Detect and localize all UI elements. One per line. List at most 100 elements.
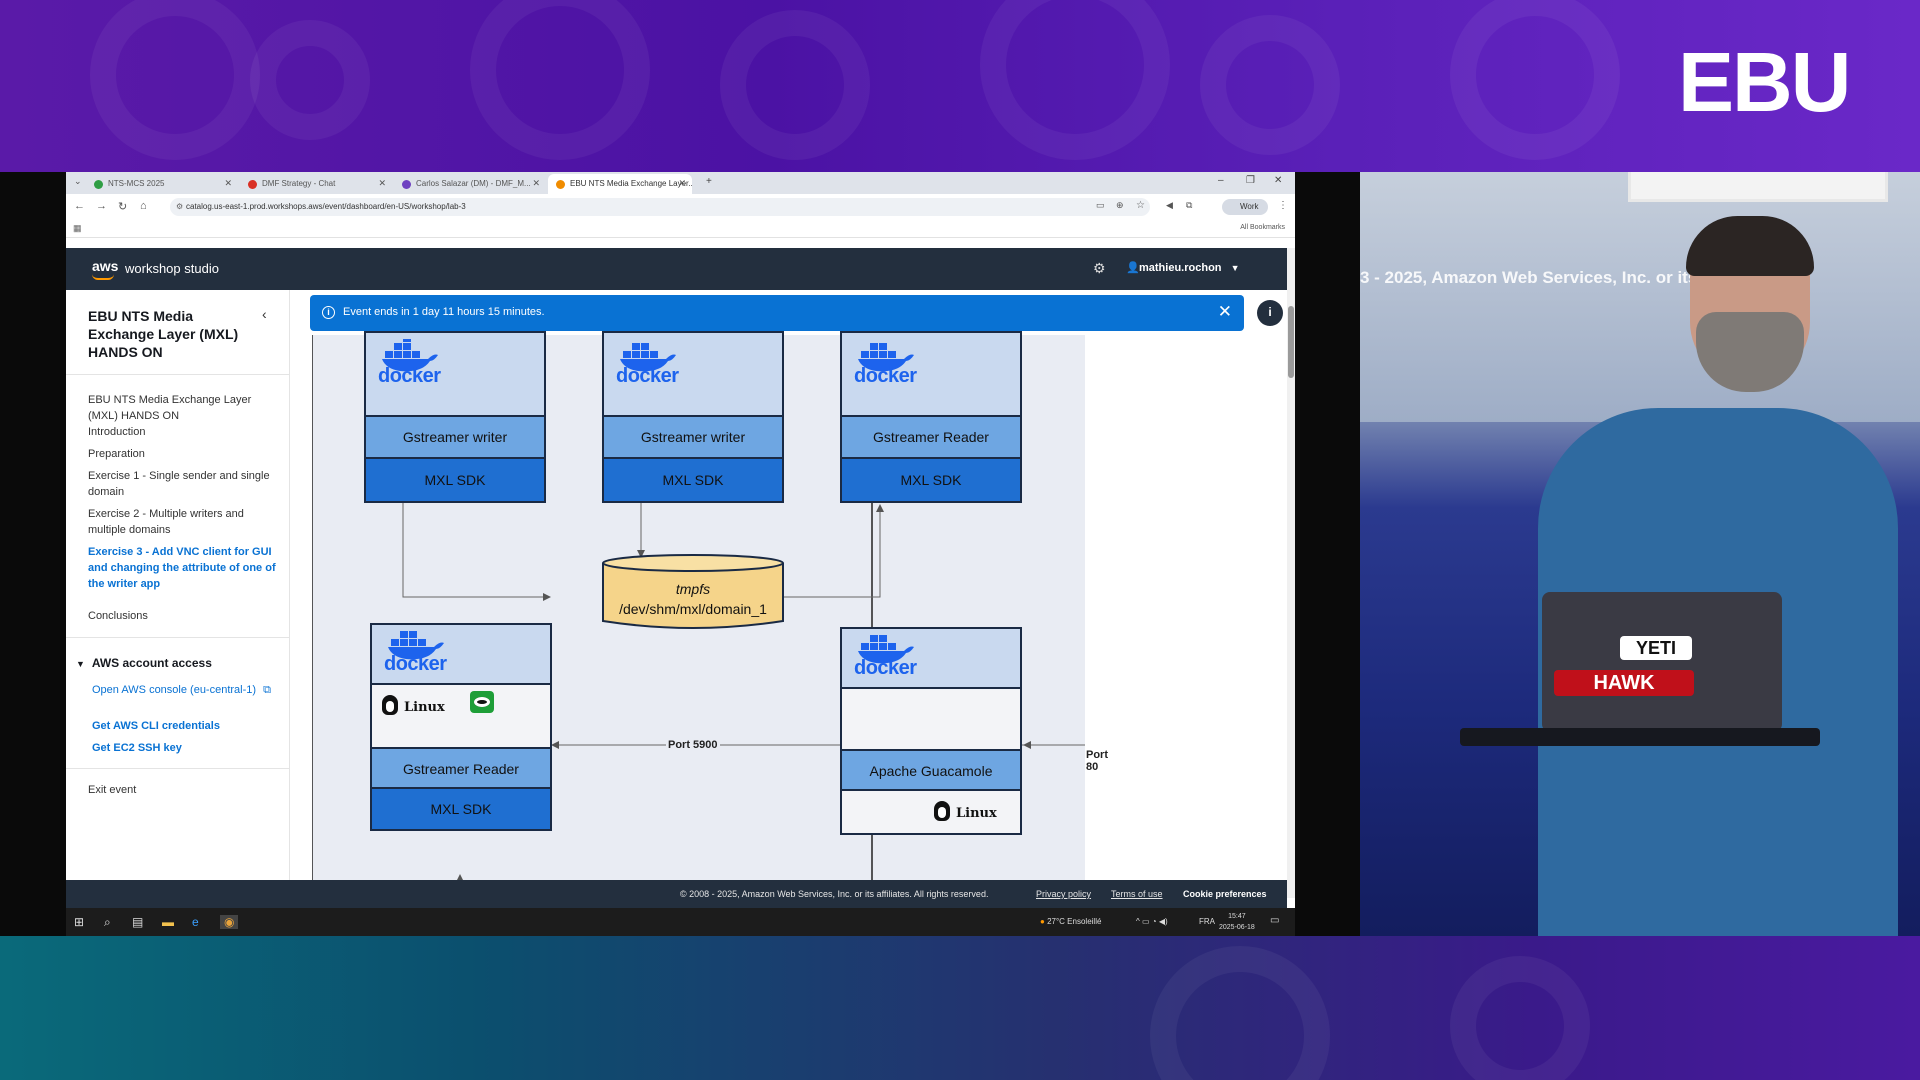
open-aws-console-link[interactable]: Open AWS console (eu-central-1) ⧉ (92, 682, 272, 698)
tab-favicon (248, 180, 257, 189)
close-tab-icon[interactable]: ✕ (224, 178, 232, 189)
back-icon[interactable]: ← (74, 200, 85, 212)
browser-toolbar: ← → ↻ ⌂ ⚙ catalog.us-east-1.prod.worksho… (66, 194, 1295, 220)
cookie-preferences-link[interactable]: Cookie preferences (1183, 889, 1267, 899)
caret-down-icon: ▼ (1230, 263, 1240, 273)
reload-icon[interactable]: ↻ (118, 200, 127, 213)
tab-favicon (556, 180, 565, 189)
username: mathieu.rochon (1139, 262, 1222, 274)
search-icon[interactable]: ⌕ (104, 915, 111, 930)
screencast-icon[interactable]: ▭ (1096, 200, 1105, 211)
scrollbar-thumb[interactable] (1288, 306, 1294, 378)
bookmark-star-icon[interactable]: ☆ (1136, 200, 1145, 211)
user-menu[interactable]: mathieu.rochon ▼ (1139, 262, 1240, 274)
browser-tab-active[interactable]: EBU NTS Media Exchange Layer... ✕ (548, 174, 692, 194)
tux-penguin-icon (934, 801, 950, 821)
weather-widget[interactable]: ● 27°C Ensoleillé (1040, 917, 1101, 926)
aws-account-label: AWS account access (91, 656, 212, 670)
browser-tab[interactable]: DMF Strategy - Chat ✕ (240, 174, 392, 194)
sun-icon: ● (1040, 917, 1045, 926)
language-indicator[interactable]: FRA (1199, 917, 1215, 926)
collapse-sidebar-icon[interactable]: ‹ (262, 306, 267, 322)
close-tab-icon[interactable]: ✕ (378, 178, 386, 189)
tux-penguin-icon (382, 695, 398, 715)
mxl-sdk-band: MXL SDK (604, 459, 782, 501)
aws-account-section[interactable]: ▼ AWS account access (76, 656, 212, 670)
aws-logo[interactable]: aws (92, 258, 118, 274)
main-content: docker Gstreamer writer MXL SDK docker G… (290, 290, 1287, 880)
docker-label: docker (854, 365, 917, 387)
sidebar-item-exercise-1[interactable]: Exercise 1 - Single sender and single do… (88, 468, 278, 500)
apps-grid-icon[interactable]: ▦ (73, 223, 82, 234)
tab-list-icon[interactable]: ⌄ (74, 176, 82, 187)
chrome-browser-icon[interactable]: ◉ (220, 915, 239, 929)
new-tab-button[interactable]: + (706, 176, 712, 187)
tmpfs-storage: tmpfs /dev/shm/mxl/domain_1 (601, 553, 785, 633)
clock[interactable]: 15:47 2025-06-18 (1219, 911, 1255, 933)
projected-caption: 3 - 2025, Amazon Web Services, Inc. or i… (1360, 268, 1806, 287)
writer-container-2: docker Gstreamer writer MXL SDK (602, 331, 784, 503)
mxl-sdk-band: MXL SDK (372, 789, 550, 829)
tab-label: NTS-MCS 2025 (108, 179, 165, 188)
privacy-policy-link[interactable]: Privacy policy (1036, 889, 1091, 899)
page-footer: © 2008 - 2025, Amazon Web Services, Inc.… (66, 880, 1287, 908)
sidebar-item-preparation[interactable]: Preparation (88, 446, 278, 462)
sidebar-item-overview[interactable]: EBU NTS Media Exchange Layer (MXL) HANDS… (88, 392, 278, 424)
task-view-icon[interactable]: ▤ (132, 915, 143, 929)
restore-icon[interactable]: ❐ (1246, 175, 1255, 186)
yeti-sticker: YETI (1620, 636, 1692, 660)
frame-border-middle (1295, 172, 1360, 936)
divider (66, 768, 289, 769)
writer-container-1: docker Gstreamer writer MXL SDK (364, 331, 546, 503)
profile-button[interactable]: Work (1222, 199, 1268, 215)
profile-label: Work (1240, 202, 1259, 211)
file-explorer-icon[interactable]: ▬ (162, 915, 174, 929)
copy-icon[interactable]: ⧉ (263, 684, 271, 696)
get-ssh-key-link[interactable]: Get EC2 SSH key (92, 740, 272, 756)
address-bar[interactable]: ⚙ catalog.us-east-1.prod.workshops.aws/e… (170, 198, 1150, 216)
info-panel-button[interactable]: i (1257, 300, 1283, 326)
close-tab-icon[interactable]: ✕ (678, 178, 686, 189)
close-icon[interactable]: ✕ (1218, 302, 1232, 322)
browser-tab[interactable]: Carlos Salazar (DM) - DMF_M... ✕ (394, 174, 546, 194)
extensions-icon[interactable]: ⧉ (1186, 200, 1192, 211)
product-name: workshop studio (125, 261, 219, 276)
media-icon[interactable]: ◀ (1166, 200, 1173, 211)
all-bookmarks-button[interactable]: All Bookmarks (1240, 224, 1285, 231)
tmpfs-title: tmpfs (675, 581, 711, 597)
browser-menu-icon[interactable]: ⋮ (1278, 200, 1288, 211)
sidebar-item-exercise-3[interactable]: Exercise 3 - Add VNC client for GUI and … (88, 544, 278, 592)
windows-start-icon[interactable]: ⊞ (74, 915, 84, 929)
home-icon[interactable]: ⌂ (140, 200, 147, 212)
tray-icons[interactable]: ^ ▭ ◔ ◀) (1136, 917, 1168, 926)
sidebar-item-conclusions[interactable]: Conclusions (88, 608, 278, 624)
tmpfs-path: /dev/shm/mxl/domain_1 (619, 601, 767, 617)
page-scrollbar[interactable] (1287, 248, 1295, 898)
reader-container: docker Gstreamer Reader MXL SDK (840, 331, 1022, 503)
edge-browser-icon[interactable]: e (192, 915, 199, 929)
docker-header: docker (366, 333, 544, 417)
minimize-icon[interactable]: – (1218, 175, 1224, 186)
exit-event-link[interactable]: Exit event (88, 782, 278, 798)
sidebar-item-exercise-2[interactable]: Exercise 2 - Multiple writers and multip… (88, 506, 278, 538)
forward-icon[interactable]: → (96, 200, 107, 212)
info-icon: i (322, 306, 335, 319)
zoom-icon[interactable]: ⊕ (1116, 200, 1124, 211)
open-aws-console-label: Open AWS console (eu-central-1) (92, 684, 257, 696)
close-tab-icon[interactable]: ✕ (532, 178, 540, 189)
settings-gear-icon[interactable]: ⚙ (1093, 260, 1106, 277)
frame-border-left (0, 172, 66, 936)
close-window-icon[interactable]: ✕ (1274, 175, 1282, 186)
bottom-banner (0, 936, 1920, 1080)
browser-tab[interactable]: NTS-MCS 2025 ✕ (86, 174, 238, 194)
get-cli-credentials-link[interactable]: Get AWS CLI credentials (92, 718, 272, 734)
terms-of-use-link[interactable]: Terms of use (1111, 889, 1163, 899)
sidebar-item-introduction[interactable]: Introduction (88, 424, 278, 440)
site-info-icon[interactable]: ⚙ (176, 202, 183, 211)
notifications-icon[interactable]: ▭ (1270, 915, 1279, 926)
docker-label: docker (384, 653, 447, 675)
bookmarks-bar: ▦ All Bookmarks (66, 220, 1295, 238)
lectern (1460, 728, 1820, 746)
vnc-eye-icon (470, 691, 494, 713)
gstreamer-reader-band: Gstreamer Reader (842, 417, 1020, 459)
